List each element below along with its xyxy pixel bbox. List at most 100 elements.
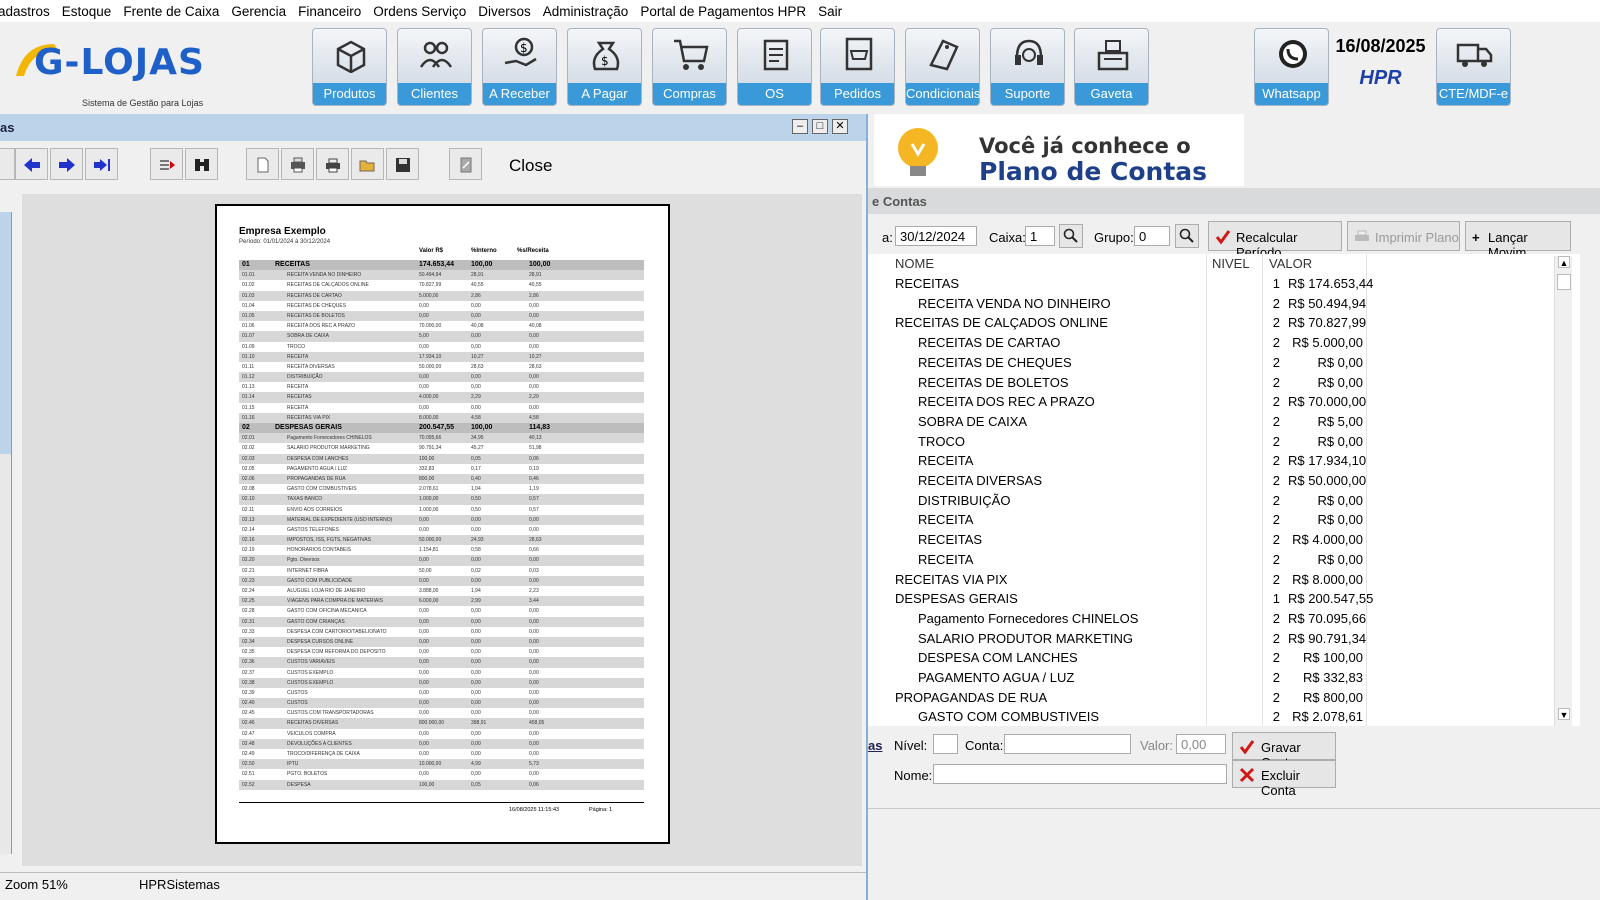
account-row[interactable]: RECEITAS DE CHEQUES 2 R$ 0,00: [868, 353, 1580, 373]
toolbar-button-os[interactable]: OS: [737, 28, 812, 106]
new-page-button[interactable]: [246, 148, 279, 180]
menu-item-2[interactable]: Frente de Caixa: [117, 4, 225, 19]
account-row[interactable]: GASTO COM COMBUSTIVEIS 2 R$ 2.078,61: [868, 707, 1580, 727]
row-value: 0,00: [419, 771, 429, 778]
caixa-search-button[interactable]: [1059, 224, 1083, 248]
next-page-button[interactable]: [50, 148, 83, 180]
toolbar-button-cte-mdf-e[interactable]: CTE/MDF-e: [1436, 28, 1511, 106]
account-row[interactable]: RECEITAS 1 R$ 174.653,44: [868, 274, 1580, 294]
toolbar-label: OS: [738, 83, 811, 105]
toolbar-button-compras[interactable]: Compras: [652, 28, 727, 106]
menu-item-3[interactable]: Gerencia: [225, 4, 292, 19]
account-row[interactable]: PAGAMENTO AGUA / LUZ 2 R$ 332,83: [868, 668, 1580, 688]
conta-input[interactable]: [1004, 734, 1131, 754]
toolbar-button-condicionais[interactable]: Condicionais: [905, 28, 980, 106]
col-name[interactable]: NOME: [895, 256, 934, 271]
account-row[interactable]: RECEITA VENDA NO DINHEIRO 2 R$ 50.494,94: [868, 294, 1580, 314]
account-value: R$ 5,00: [1317, 413, 1363, 429]
col-value[interactable]: VALOR: [1269, 256, 1312, 271]
toolbar-button-clientes[interactable]: Clientes: [397, 28, 472, 106]
chart-of-accounts-panel: e Contas a: 30/12/2024 Caixa: 1 Grupo: 0…: [868, 188, 1600, 900]
row-internal-pct: 4,99: [471, 761, 481, 768]
menu-item-8[interactable]: Portal de Pagamentos HPR: [634, 4, 812, 19]
account-row[interactable]: RECEITA 2 R$ 17.934,10: [868, 451, 1580, 471]
window-close-button[interactable]: ✕: [832, 119, 848, 134]
account-row[interactable]: RECEITAS DE BOLETOS 2 R$ 0,00: [868, 373, 1580, 393]
last-page-button[interactable]: [85, 148, 118, 180]
close-preview-icon-button[interactable]: [449, 148, 482, 180]
report-row: 02.13 MATERIAL DE EXPEDIENTE (USO INTERNO…: [239, 514, 644, 525]
menu-item-5[interactable]: Ordens Serviço: [367, 4, 472, 19]
to-date-input[interactable]: 30/12/2024: [895, 226, 977, 246]
grupo-search-button[interactable]: [1175, 224, 1199, 248]
account-row[interactable]: RECEITA 2 R$ 0,00: [868, 550, 1580, 570]
launch-movement-button[interactable]: + Lançar Movim.: [1465, 221, 1571, 260]
account-row[interactable]: RECEITAS DE CARTAO 2 R$ 5.000,00: [868, 333, 1580, 353]
account-row[interactable]: RECEITA DIVERSAS 2 R$ 50.000,00: [868, 471, 1580, 491]
find-button[interactable]: [185, 148, 218, 180]
report-row: 02.47 VEICULOS COMPRA 0,00 0,00 0,00: [239, 729, 644, 739]
previous-page-button[interactable]: [15, 148, 48, 180]
print-setup-button[interactable]: [281, 148, 314, 180]
row-value: 50.000,00: [419, 363, 442, 370]
delete-account-label: Excluir Conta: [1261, 768, 1301, 798]
first-page-button[interactable]: [0, 148, 15, 180]
minimize-button[interactable]: –: [792, 119, 808, 134]
account-row[interactable]: TROCO 2 R$ 0,00: [868, 432, 1580, 452]
print-button[interactable]: [316, 148, 349, 180]
toolbar-button-gaveta[interactable]: Gaveta: [1074, 28, 1149, 106]
scroll-up-icon[interactable]: ▲: [1558, 256, 1570, 268]
toolbar-button-a-receber[interactable]: $ A Receber: [482, 28, 557, 106]
valor-input[interactable]: 0,00: [1176, 734, 1226, 754]
account-row[interactable]: RECEITAS DE CALÇADOS ONLINE 2 R$ 70.827,99: [868, 313, 1580, 333]
account-row[interactable]: SOBRA DE CAIXA 2 R$ 5,00: [868, 412, 1580, 432]
row-revenue-pct: 0,57: [529, 496, 539, 503]
account-row[interactable]: RECEITA DOS REC A PRAZO 2 R$ 70.000,00: [868, 392, 1580, 412]
save-account-button[interactable]: Gravar Conta: [1232, 732, 1336, 770]
menu-item-6[interactable]: Diversos: [472, 4, 537, 19]
toolbar-button-pedidos[interactable]: Pedidos: [820, 28, 895, 106]
account-row[interactable]: DESPESAS GERAIS 1 R$ 200.547,55: [868, 589, 1580, 609]
row-code: 02: [242, 424, 250, 431]
account-value: R$ 8.000,00: [1292, 571, 1363, 587]
nivel-input[interactable]: [933, 734, 958, 754]
menu-item-9[interactable]: Sair: [812, 4, 848, 19]
toolbar-button-a-pagar[interactable]: $ A Pagar: [567, 28, 642, 106]
goto-page-button[interactable]: [150, 148, 183, 180]
col-level[interactable]: NIVEL: [1212, 256, 1250, 271]
account-row[interactable]: Pagamento Fornecedores CHINELOS 2 R$ 70.09…: [868, 609, 1580, 629]
menu-item-7[interactable]: Administração: [537, 4, 635, 19]
close-button[interactable]: Close: [509, 156, 552, 176]
caixa-input[interactable]: 1: [1025, 226, 1055, 246]
maximize-button[interactable]: □: [812, 119, 828, 134]
promo-banner[interactable]: Você já conhece o Plano de Contas: [874, 114, 1244, 186]
menu-item-1[interactable]: Estoque: [56, 4, 118, 19]
accounts-grid[interactable]: NOME NIVEL VALOR RECEITAS 1 R$ 174.653,44 R…: [868, 254, 1580, 726]
nome-input[interactable]: [933, 764, 1227, 784]
account-row[interactable]: DESPESA COM LANCHES 2 R$ 100,00: [868, 648, 1580, 668]
edit-tab-label[interactable]: as: [868, 738, 882, 753]
row-internal-pct: 2,99: [471, 598, 481, 605]
account-row[interactable]: DISTRIBUIÇÃO 2 R$ 0,00: [868, 491, 1580, 511]
recalculate-period-button[interactable]: Recalcular Período: [1208, 221, 1342, 260]
report-viewport[interactable]: Empresa Exemplo Período: 01/01/2024 à 30…: [22, 194, 862, 866]
account-row[interactable]: RECEITAS VIA PIX 2 R$ 8.000,00: [868, 570, 1580, 590]
grid-scrollbar[interactable]: ▲ ▼: [1554, 256, 1572, 726]
print-plan-button[interactable]: Imprimir Plano: [1347, 221, 1460, 251]
account-row[interactable]: SALARIO PRODUTOR MARKETING 2 R$ 90.791,34: [868, 629, 1580, 649]
menu-item-0[interactable]: adastros: [0, 4, 56, 19]
account-row[interactable]: RECEITA 2 R$ 0,00: [868, 510, 1580, 530]
grupo-input[interactable]: 0: [1134, 226, 1170, 246]
toolbar-button-suporte[interactable]: Suporte: [990, 28, 1065, 106]
scroll-down-icon[interactable]: ▼: [1558, 708, 1570, 720]
menu-item-4[interactable]: Financeiro: [292, 4, 367, 19]
row-revenue-pct: 0,00: [529, 710, 539, 717]
open-button[interactable]: [351, 148, 384, 180]
delete-account-button[interactable]: Excluir Conta: [1232, 760, 1336, 798]
toolbar-button-whatsapp[interactable]: Whatsapp: [1254, 28, 1329, 106]
account-row[interactable]: RECEITAS 2 R$ 4.000,00: [868, 530, 1580, 550]
scroll-thumb[interactable]: [1557, 274, 1571, 290]
toolbar-button-produtos[interactable]: Produtos: [312, 28, 387, 106]
save-button[interactable]: [386, 148, 419, 180]
account-row[interactable]: PROPAGANDAS DE RUA 2 R$ 800,00: [868, 688, 1580, 708]
